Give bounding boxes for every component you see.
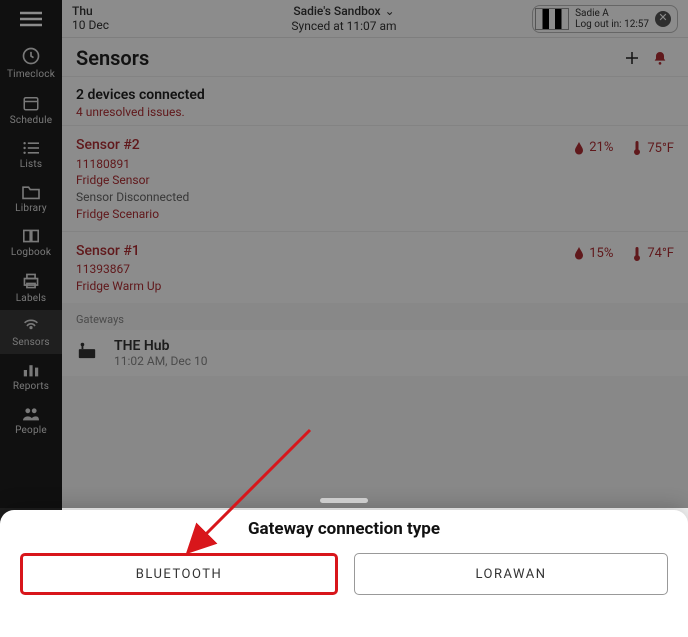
gateway-icon [76, 338, 100, 364]
sensor-disconnected: Sensor Disconnected [76, 189, 573, 206]
bottom-sheet: Gateway connection type BLUETOOTH LORAWA… [0, 510, 688, 637]
gateways-section-label: Gateways [62, 303, 688, 330]
sidebar-item-label: Timeclock [7, 69, 55, 80]
option-bluetooth[interactable]: BLUETOOTH [20, 553, 338, 595]
printer-icon [21, 272, 41, 290]
sidebar-item-reports[interactable]: Reports [0, 354, 62, 398]
sidebar-item-label: People [15, 425, 47, 436]
chevron-down-icon: ⌄ [385, 4, 395, 18]
day-label: Thu [72, 5, 109, 18]
thermometer-icon [631, 140, 643, 156]
sheet-title: Gateway connection type [20, 519, 668, 539]
sensor-id: 11393867 [76, 261, 573, 278]
sensors-icon [21, 318, 41, 334]
sidebar-item-library[interactable]: Library [0, 176, 62, 220]
date-block: Thu 10 Dec [72, 5, 109, 31]
calendar-icon [21, 94, 41, 112]
sensor-type: Fridge Sensor [76, 172, 573, 189]
sidebar-item-label: Sensors [12, 337, 50, 348]
sidebar-item-schedule[interactable]: Schedule [0, 86, 62, 132]
sidebar-item-logbook[interactable]: Logbook [0, 220, 62, 264]
sidebar-item-label: Schedule [10, 115, 52, 126]
add-button[interactable] [618, 49, 646, 67]
sidebar-item-label: Labels [16, 293, 47, 304]
sidebar-item-people[interactable]: People [0, 398, 62, 442]
sensor-id: 11180891 [76, 156, 573, 173]
close-icon[interactable]: ✕ [655, 11, 671, 27]
list-icon [21, 140, 41, 156]
location-selector[interactable]: Sadie's Sandbox ⌄ Synced at 11:07 am [291, 4, 396, 33]
sidebar-item-timeclock[interactable]: Timeclock [0, 38, 62, 86]
humidity-value: 21% [589, 140, 613, 155]
topbar: Thu 10 Dec Sadie's Sandbox ⌄ Synced at 11… [62, 0, 688, 38]
gateway-time: 11:02 AM, Dec 10 [114, 354, 208, 368]
folder-icon [21, 184, 41, 200]
sensor-row[interactable]: Sensor #1 11393867 Fridge Warm Up 15% 74… [62, 231, 688, 303]
chart-icon [21, 362, 41, 378]
humidity-value: 15% [589, 246, 613, 261]
sidebar-item-label: Logbook [11, 247, 51, 258]
menu-button[interactable] [0, 0, 62, 38]
humidity-metric: 15% [573, 246, 613, 261]
sheet-grabber[interactable] [320, 498, 368, 503]
devices-connected: 2 devices connected [76, 87, 674, 103]
people-icon [21, 406, 41, 422]
logout-countdown: Log out in: 12:57 [575, 19, 649, 30]
page-header: Sensors [62, 38, 688, 77]
sensor-type: Fridge Warm Up [76, 278, 573, 295]
plus-icon [623, 49, 641, 67]
user-pill[interactable]: Sadie A Log out in: 12:57 ✕ [532, 5, 678, 33]
sidebar-item-label: Library [15, 203, 47, 214]
temp-value: 75°F [647, 141, 674, 156]
sidebar-item-lists[interactable]: Lists [0, 132, 62, 176]
sensor-name: Sensor #1 [76, 242, 573, 262]
location-name: Sadie's Sandbox [293, 4, 380, 18]
temp-value: 74°F [647, 246, 674, 261]
book-icon [21, 228, 41, 244]
page-title: Sensors [76, 46, 618, 70]
issues-link[interactable]: 4 unresolved issues. [76, 105, 674, 119]
user-thumbnail [535, 8, 569, 30]
sensor-scenario: Fridge Scenario [76, 206, 573, 223]
sidebar-item-label: Reports [13, 381, 49, 392]
synced-label: Synced at 11:07 am [291, 19, 396, 33]
sidebar-item-label: Lists [20, 159, 42, 170]
option-lorawan[interactable]: LORAWAN [354, 553, 668, 595]
notifications-button[interactable] [646, 49, 674, 67]
date-label: 10 Dec [72, 19, 109, 32]
user-name: Sadie A [575, 8, 649, 19]
droplet-icon [573, 141, 585, 155]
clock-icon [21, 46, 41, 66]
sidebar-item-sensors[interactable]: Sensors [0, 310, 62, 354]
thermometer-icon [631, 246, 643, 262]
temp-metric: 75°F [631, 140, 674, 156]
sensor-row[interactable]: Sensor #2 11180891 Fridge Sensor Sensor … [62, 125, 688, 231]
droplet-icon [573, 246, 585, 260]
gateway-row[interactable]: THE Hub 11:02 AM, Dec 10 [62, 330, 688, 376]
bell-icon [652, 49, 668, 67]
humidity-metric: 21% [573, 140, 613, 155]
sidebar-item-labels[interactable]: Labels [0, 264, 62, 310]
gateway-name: THE Hub [114, 338, 208, 354]
sensor-name: Sensor #2 [76, 136, 573, 156]
temp-metric: 74°F [631, 246, 674, 262]
status-block: 2 devices connected 4 unresolved issues. [62, 77, 688, 125]
